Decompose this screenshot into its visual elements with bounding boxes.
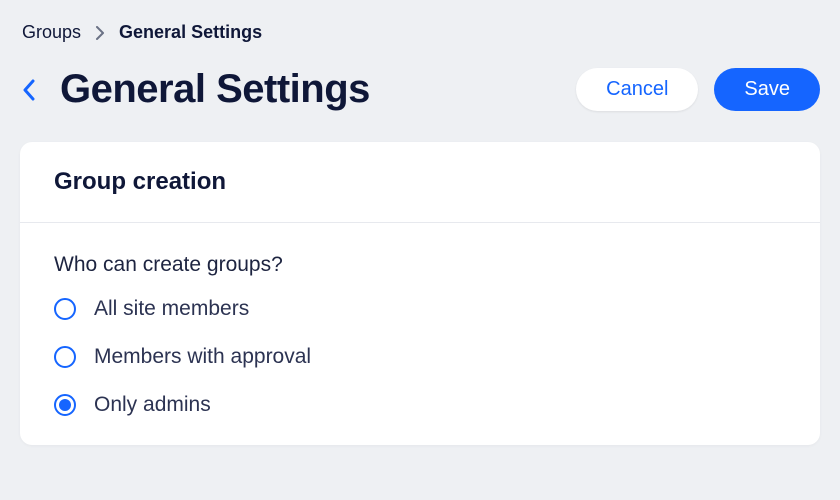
radio-icon xyxy=(54,298,76,320)
page-title: General Settings xyxy=(60,67,370,112)
breadcrumb: Groups General Settings xyxy=(20,22,820,43)
radio-option-only-admins[interactable]: Only admins xyxy=(54,393,786,417)
radio-option-members-with-approval[interactable]: Members with approval xyxy=(54,345,786,369)
radio-group-group-creation: All site members Members with approval O… xyxy=(54,297,786,417)
radio-icon xyxy=(54,346,76,368)
radio-icon xyxy=(54,394,76,416)
breadcrumb-root[interactable]: Groups xyxy=(22,22,81,43)
chevron-right-icon xyxy=(95,26,105,40)
card-title: Group creation xyxy=(54,168,786,196)
radio-label: Only admins xyxy=(94,393,211,417)
save-button[interactable]: Save xyxy=(714,68,820,111)
back-button[interactable] xyxy=(20,76,38,104)
chevron-left-icon xyxy=(22,79,36,101)
header-actions: Cancel Save xyxy=(576,68,820,111)
breadcrumb-current: General Settings xyxy=(119,22,262,43)
settings-card: Group creation Who can create groups? Al… xyxy=(20,142,820,445)
radio-option-all-site-members[interactable]: All site members xyxy=(54,297,786,321)
cancel-button[interactable]: Cancel xyxy=(576,68,698,111)
setting-label: Who can create groups? xyxy=(54,253,786,277)
radio-label: Members with approval xyxy=(94,345,311,369)
radio-label: All site members xyxy=(94,297,249,321)
